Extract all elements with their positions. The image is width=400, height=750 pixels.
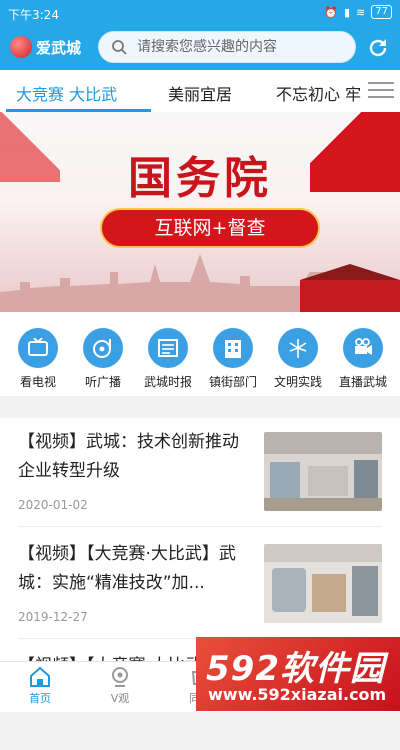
battery-icon: 77	[371, 5, 392, 19]
status-icons: ⏰ ▮ ≋ 77	[324, 5, 392, 19]
quick-link-radio[interactable]: 听广播	[73, 328, 133, 390]
quick-link-tv[interactable]: 看电视	[8, 328, 68, 390]
nav-home-label: 首页	[29, 692, 51, 705]
quick-link-label: 看电视	[19, 375, 56, 389]
news-thumbnail	[264, 432, 382, 511]
quick-link-label: 镇街部门	[208, 375, 257, 389]
news-date: 2020-01-02	[18, 498, 88, 512]
banner[interactable]: 国务院 互联网+督查	[0, 112, 400, 312]
quick-link-label: 听广播	[84, 375, 121, 389]
banner-title: 国务院	[128, 153, 272, 204]
news-thumbnail	[264, 544, 382, 623]
nav-vguan[interactable]: V观	[90, 666, 150, 706]
newspaper-icon	[148, 328, 188, 368]
quick-link-civilization[interactable]: 文明实践	[268, 328, 328, 390]
search-icon	[112, 40, 127, 55]
status-bar: 下午3:24 ⏰ ▮ ≋ 77	[0, 0, 400, 26]
wifi-icon: ≋	[356, 5, 366, 19]
building-icon	[213, 328, 253, 368]
watermark-brand: 592软件园	[206, 649, 385, 689]
nav-home[interactable]: 首页	[10, 666, 70, 706]
quick-link-label: 直播武城	[338, 375, 387, 389]
news-item[interactable]: 【视频】【大竞赛·大比武】武城：实施“精准技改”加... 2019-12-27	[0, 530, 400, 638]
news-feed: 【视频】武城：技术创新推动企业转型升级 2020-01-02 【视频】【大竞赛·…	[0, 418, 400, 676]
fireworks-icon	[278, 328, 318, 368]
camera-icon	[112, 667, 128, 687]
news-divider	[18, 526, 382, 527]
quick-link-label: 文明实践	[273, 375, 322, 389]
category-tabs: 大竞赛 大比武 美丽宜居 不忘初心 牢	[0, 70, 400, 113]
search-input[interactable]	[135, 38, 339, 56]
logo-text: 爱武城	[36, 38, 82, 57]
nav-vguan-label: V观	[110, 692, 130, 705]
refresh-icon[interactable]	[366, 36, 390, 60]
status-time: 下午3:24	[8, 8, 59, 22]
tab-original-aspiration[interactable]: 不忘初心 牢	[276, 81, 361, 105]
news-item[interactable]: 【视频】武城：技术创新推动企业转型升级 2020-01-02	[0, 418, 400, 526]
home-icon	[30, 666, 50, 687]
banner-skyline-image	[0, 254, 400, 312]
alarm-icon: ⏰	[324, 5, 338, 19]
tab-livable[interactable]: 美丽宜居	[168, 81, 232, 105]
tab-contest[interactable]: 大竞赛 大比武	[16, 81, 117, 105]
signal-icon: ▮	[343, 5, 351, 19]
quick-link-newspaper[interactable]: 武城时报	[138, 328, 198, 390]
video-camera-icon	[343, 328, 383, 368]
watermark-url: www.592xiazai.com	[208, 685, 387, 704]
news-title: 【视频】【大竞赛·大比武】武城：实施“精准技改”加...	[18, 544, 236, 593]
tab-menu-icon[interactable]	[368, 82, 394, 100]
quick-links: 看电视 听广播 武城时报 镇街部门 文明实践 直播武城	[0, 312, 400, 396]
news-date: 2019-12-27	[18, 610, 88, 624]
watermark-logo: 592软件园 www.592xiazai.com	[196, 637, 400, 711]
tv-icon	[18, 328, 58, 368]
quick-link-departments[interactable]: 镇街部门	[203, 328, 263, 390]
top-bar: 爱武城	[0, 26, 400, 70]
news-title: 【视频】武城：技术创新推动企业转型升级	[18, 432, 239, 481]
logo-icon	[10, 36, 32, 58]
radio-disc-icon	[83, 328, 123, 368]
search-box[interactable]	[98, 31, 356, 63]
quick-link-live[interactable]: 直播武城	[333, 328, 393, 390]
quick-link-label: 武城时报	[143, 375, 192, 389]
app-logo[interactable]: 爱武城	[10, 36, 81, 58]
